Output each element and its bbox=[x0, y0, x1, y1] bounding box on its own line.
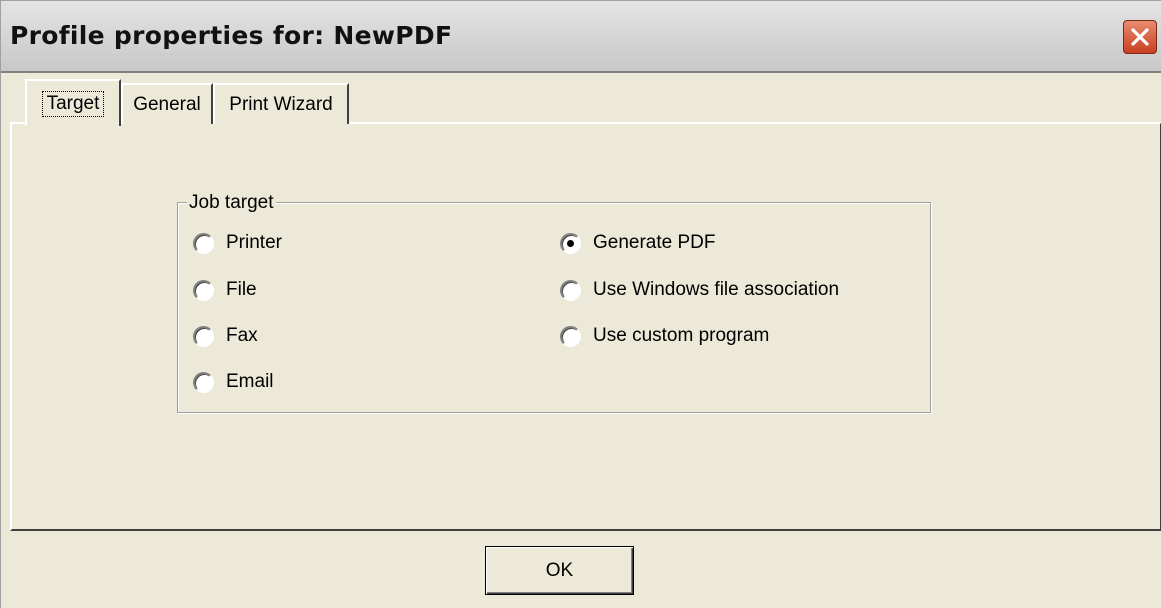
radio-email-label: Email bbox=[226, 371, 274, 392]
tab-general-label: General bbox=[133, 93, 201, 115]
window-title: Profile properties for: NewPDF bbox=[10, 21, 453, 50]
ok-button[interactable]: OK bbox=[485, 546, 634, 595]
radio-fax-indicator[interactable] bbox=[193, 325, 214, 347]
tab-print-wizard[interactable]: Print Wizard bbox=[213, 83, 349, 124]
radio-file-label: File bbox=[226, 279, 257, 300]
radio-fax[interactable]: Fax bbox=[193, 323, 258, 349]
radio-custom-program-indicator[interactable] bbox=[560, 325, 581, 347]
close-button[interactable] bbox=[1123, 20, 1157, 54]
radio-printer-indicator[interactable] bbox=[193, 232, 214, 254]
close-icon bbox=[1131, 28, 1149, 46]
radio-fax-label: Fax bbox=[226, 325, 258, 346]
tab-target-label: Target bbox=[41, 90, 105, 117]
radio-windows-file-association-indicator[interactable] bbox=[560, 279, 581, 301]
tab-target[interactable]: Target bbox=[25, 79, 121, 126]
ok-button-label: OK bbox=[545, 559, 574, 581]
radio-file[interactable]: File bbox=[193, 277, 257, 303]
dialog-window: Profile properties for: NewPDF Target Ge… bbox=[0, 0, 1161, 608]
radio-email-indicator[interactable] bbox=[193, 371, 214, 393]
job-target-group bbox=[177, 202, 931, 413]
radio-generate-pdf-indicator[interactable] bbox=[560, 232, 581, 254]
radio-file-indicator[interactable] bbox=[193, 279, 214, 301]
radio-printer-label: Printer bbox=[226, 232, 282, 253]
radio-windows-file-association-label: Use Windows file association bbox=[593, 279, 840, 300]
radio-generate-pdf-label: Generate PDF bbox=[593, 232, 716, 253]
job-target-group-label: Job target bbox=[187, 192, 276, 214]
radio-email[interactable]: Email bbox=[193, 369, 274, 395]
radio-windows-file-association[interactable]: Use Windows file association bbox=[560, 277, 839, 303]
tab-general[interactable]: General bbox=[121, 83, 213, 124]
radio-custom-program[interactable]: Use custom program bbox=[560, 323, 769, 349]
radio-printer[interactable]: Printer bbox=[193, 230, 282, 256]
tab-print-wizard-label: Print Wizard bbox=[229, 93, 333, 115]
radio-generate-pdf[interactable]: Generate PDF bbox=[560, 230, 716, 256]
title-bar[interactable]: Profile properties for: NewPDF bbox=[1, 1, 1161, 73]
radio-custom-program-label: Use custom program bbox=[593, 325, 770, 346]
